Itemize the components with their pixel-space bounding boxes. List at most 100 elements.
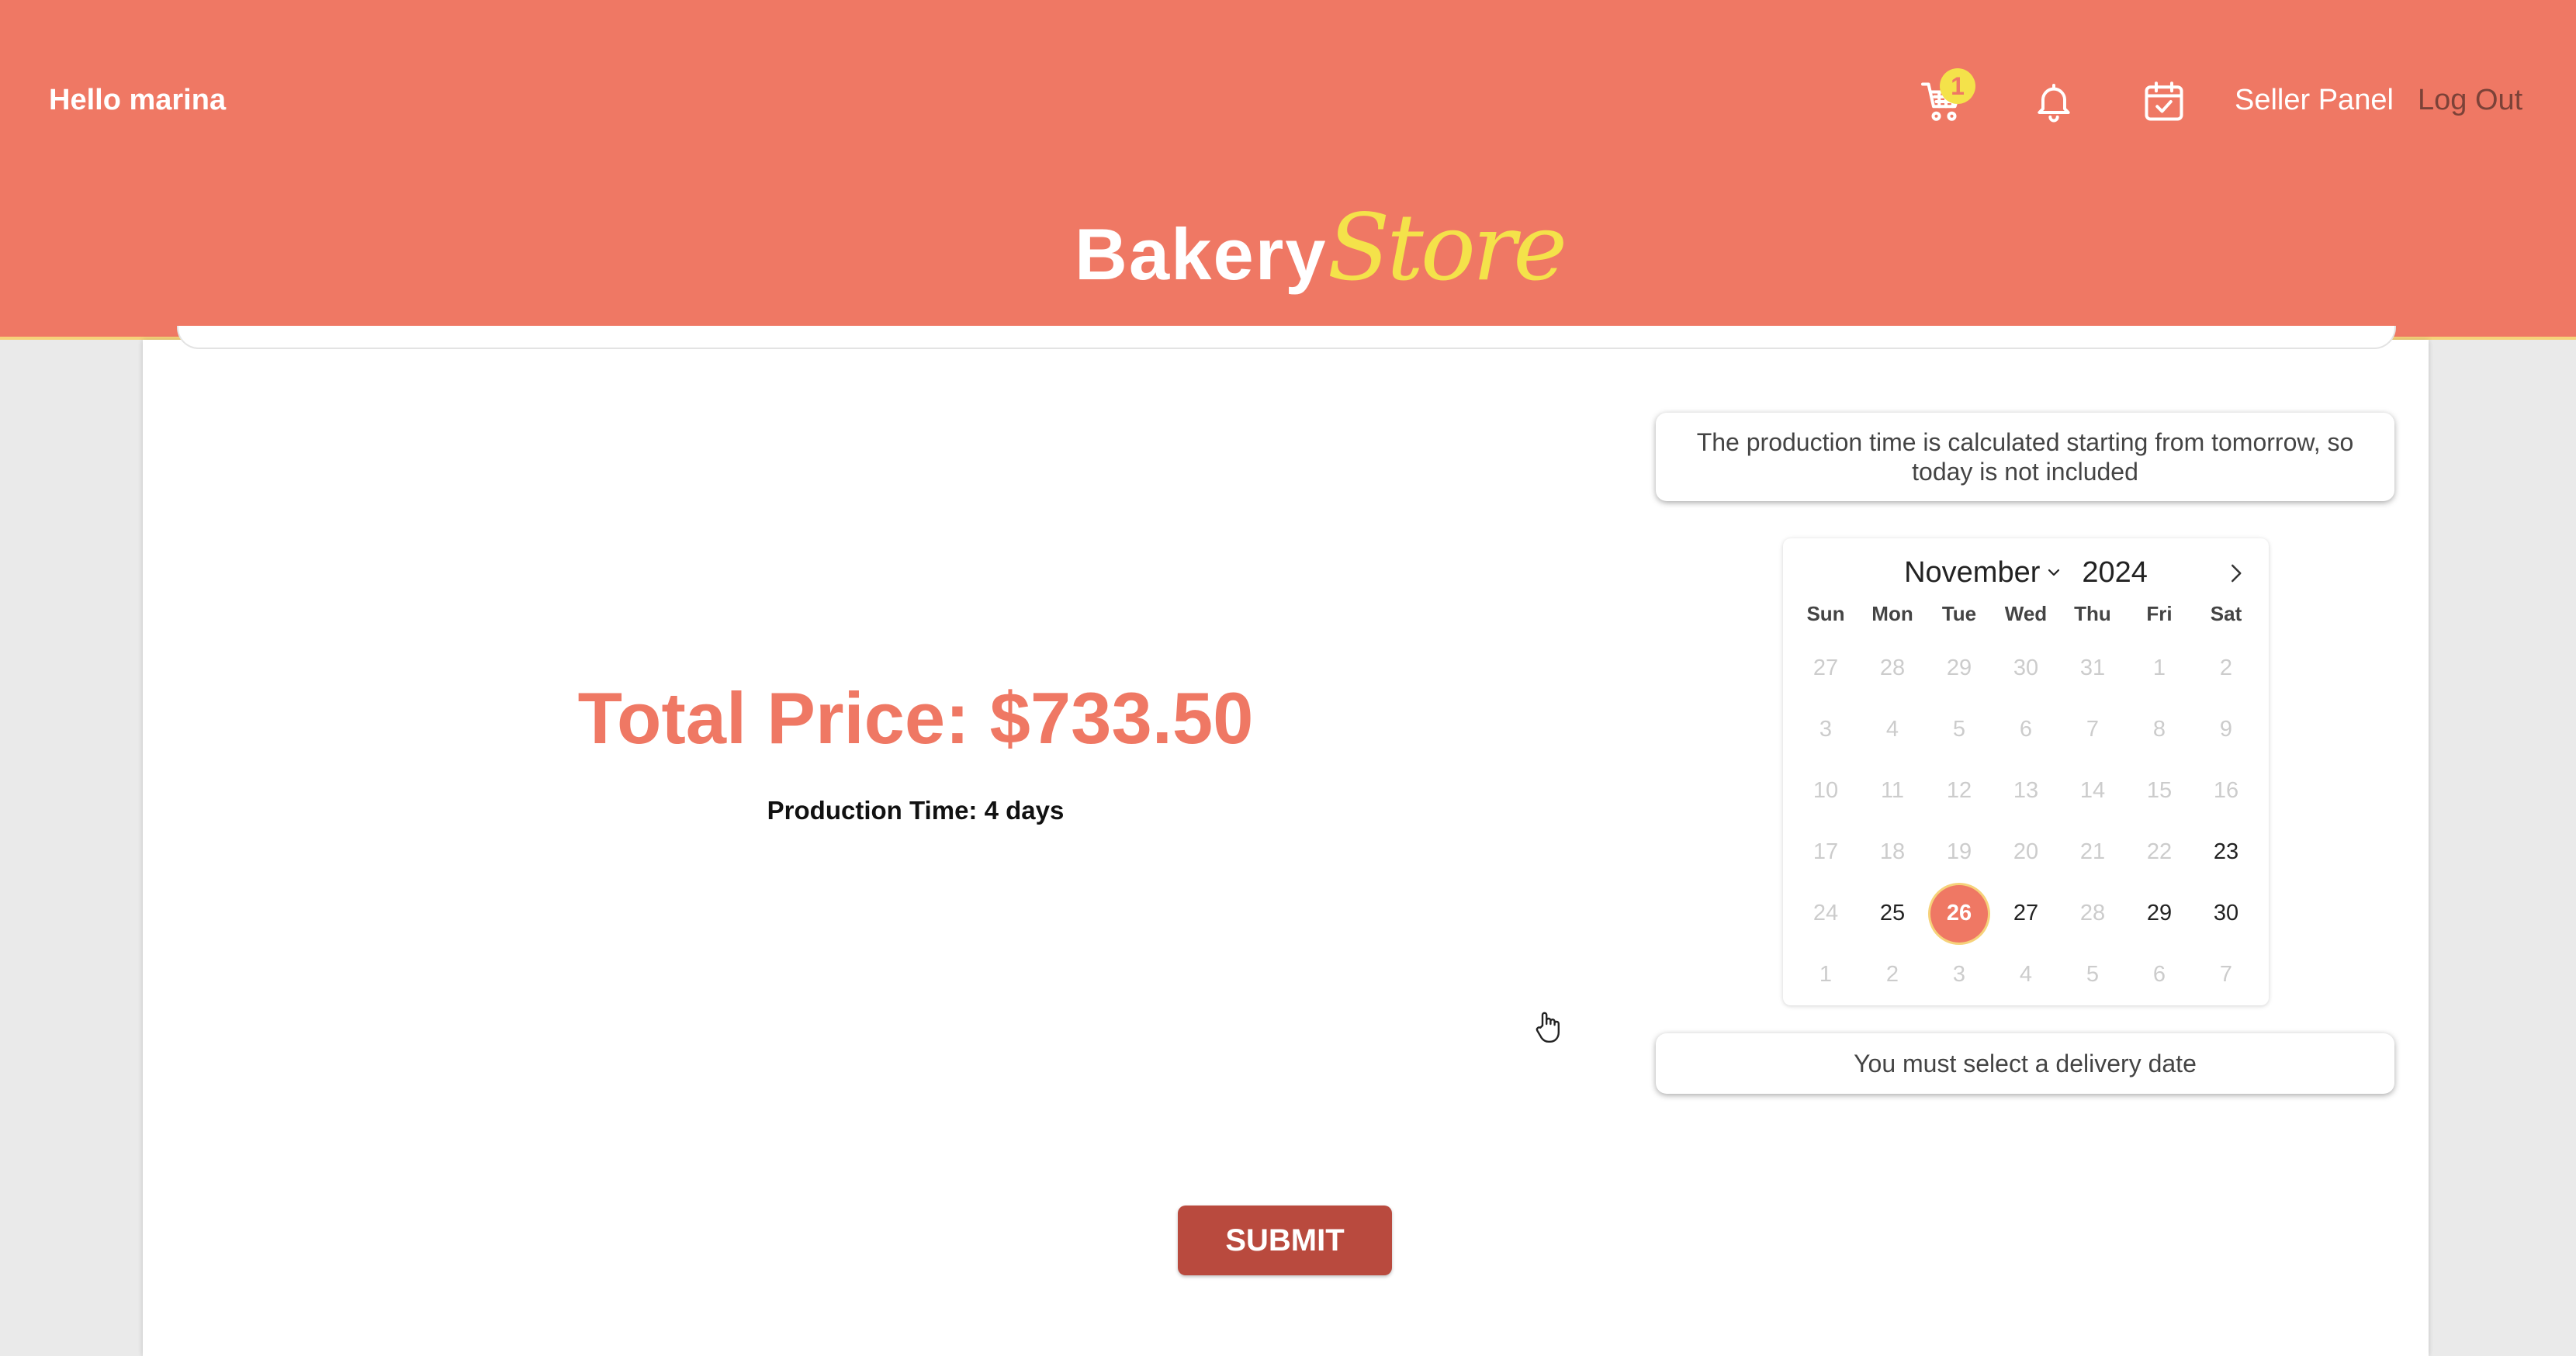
calendar-day[interactable]: 25	[1859, 883, 1926, 944]
day-number: 29	[2146, 901, 2173, 925]
day-number: 25	[1879, 901, 1906, 925]
delivery-date-error: You must select a delivery date	[1656, 1033, 2394, 1094]
year-input[interactable]: 2024	[2082, 556, 2148, 590]
logo-store-text: Store	[1327, 194, 1568, 301]
day-number: 7	[2219, 962, 2233, 987]
day-number: 14	[2079, 778, 2106, 803]
weekday-label: Tue	[1941, 602, 1977, 625]
day-number: 18	[1879, 839, 1906, 864]
weekday-label: Wed	[2004, 602, 2048, 625]
calendar-day: 3	[1792, 699, 1859, 760]
day-number: 11	[1880, 778, 1905, 803]
calendar-day: 17	[1792, 822, 1859, 883]
calendar-day: 16	[2193, 760, 2259, 822]
production-time-note: The production time is calculated starti…	[1656, 413, 2394, 501]
day-number: 30	[2213, 901, 2239, 925]
day-number: 15	[2146, 778, 2173, 803]
day-number: 2	[2219, 656, 2233, 680]
day-number: 20	[2013, 839, 2039, 864]
day-number: 10	[1813, 778, 1839, 803]
month-select[interactable]: November	[1904, 556, 2062, 590]
day-number: 30	[2013, 656, 2039, 680]
day-number: 2	[1885, 962, 1899, 987]
day-number: 26	[1930, 884, 1988, 943]
day-number: 24	[1813, 901, 1839, 925]
calendar-day: 11	[1859, 760, 1926, 822]
weekday-label: Sun	[1806, 602, 1845, 625]
orders-calendar-button[interactable]	[2137, 74, 2191, 129]
calendar-day: 10	[1792, 760, 1859, 822]
calendar-day[interactable]: 29	[2126, 883, 2193, 944]
day-number: 3	[1819, 717, 1833, 742]
production-time: Production Time: 4 days	[767, 796, 1065, 825]
logout-link[interactable]: Log Out	[2418, 84, 2522, 117]
day-number: 9	[2219, 717, 2233, 742]
top-header: Hello marina 1 Seller Panel Log Out Bake…	[0, 0, 2576, 340]
calendar-day: 9	[2193, 699, 2259, 760]
day-number: 12	[1946, 778, 1972, 803]
day-number: 21	[2079, 839, 2106, 864]
submit-button[interactable]: SUBMIT	[1178, 1206, 1392, 1275]
bell-icon	[2038, 84, 2070, 123]
calendar-day: 15	[2126, 760, 2193, 822]
calendar-day: 6	[2126, 944, 2193, 1005]
day-number: 29	[1946, 656, 1972, 680]
greeting-text: Hello marina	[49, 84, 227, 116]
calendar-day: 2	[2193, 638, 2259, 699]
calendar-check-icon	[2145, 81, 2183, 121]
calendar-day: 29	[1926, 638, 1993, 699]
card-top-edge	[177, 326, 2396, 349]
day-number: 7	[2086, 717, 2100, 742]
calendar-day: 28	[2059, 883, 2126, 944]
day-number: 8	[2152, 717, 2166, 742]
day-number: 4	[2019, 962, 2033, 987]
calendar-day[interactable]: 27	[1993, 883, 2059, 944]
calendar-day: 1	[2126, 638, 2193, 699]
calendar-day: 28	[1859, 638, 1926, 699]
cart-count-badge: 1	[1940, 68, 1975, 104]
weekday-label: Mon	[1871, 602, 1913, 625]
calendar-day: 19	[1926, 822, 1993, 883]
logo-bakery-text: Bakery	[1075, 213, 1328, 295]
bakery-store-logo[interactable]: Bakery Store	[1075, 194, 1567, 301]
calendar-day[interactable]: 23	[2193, 822, 2259, 883]
delivery-date-calendar: November 2024 Sun Mon Tue Wed Thu Fri Sat 27 28…	[1783, 538, 2269, 1005]
day-number: 22	[2146, 839, 2173, 864]
calendar-day: 6	[1993, 699, 2059, 760]
calendar-day: 27	[1792, 638, 1859, 699]
weekday-label: Fri	[2146, 602, 2173, 625]
calendar-day: 18	[1859, 822, 1926, 883]
next-month-button[interactable]	[2216, 554, 2255, 593]
day-number: 3	[1952, 962, 1966, 987]
weekday-label: Thu	[2074, 602, 2111, 625]
calendar-day: 7	[2059, 699, 2126, 760]
seller-panel-link[interactable]: Seller Panel	[2235, 84, 2394, 117]
calendar-day: 12	[1926, 760, 1993, 822]
calendar-day[interactable]: 30	[2193, 883, 2259, 944]
calendar-day: 5	[1926, 699, 1993, 760]
notifications-button[interactable]	[2027, 74, 2081, 129]
day-number: 28	[1879, 656, 1906, 680]
day-number: 1	[1819, 962, 1833, 987]
day-number: 27	[2013, 901, 2039, 925]
weekday-label: Sat	[2210, 602, 2242, 625]
day-number: 5	[1952, 717, 1966, 742]
day-number: 6	[2019, 717, 2033, 742]
chevron-right-icon	[2231, 564, 2242, 583]
selected-day[interactable]: 26	[1926, 883, 1993, 944]
day-number: 6	[2152, 962, 2166, 987]
day-number: 28	[2079, 901, 2106, 925]
calendar-days-grid: 27 28 29 30 31 1 2 3 4 5 6 7 8 9 10 11 12 13 14 15 16 17 18 19 2…	[1783, 638, 2269, 1005]
day-number: 1	[2152, 656, 2166, 680]
day-number: 19	[1946, 839, 1972, 864]
calendar-day: 20	[1993, 822, 2059, 883]
calendar-day: 24	[1792, 883, 1859, 944]
calendar-day: 4	[1993, 944, 2059, 1005]
calendar-day: 1	[1792, 944, 1859, 1005]
chevron-down-icon	[2048, 569, 2060, 576]
day-number: 27	[1813, 656, 1839, 680]
calendar-day: 14	[2059, 760, 2126, 822]
weekday-row: Sun Mon Tue Wed Thu Fri Sat	[1783, 602, 2269, 633]
calendar-day: 2	[1859, 944, 1926, 1005]
calendar-day: 8	[2126, 699, 2193, 760]
